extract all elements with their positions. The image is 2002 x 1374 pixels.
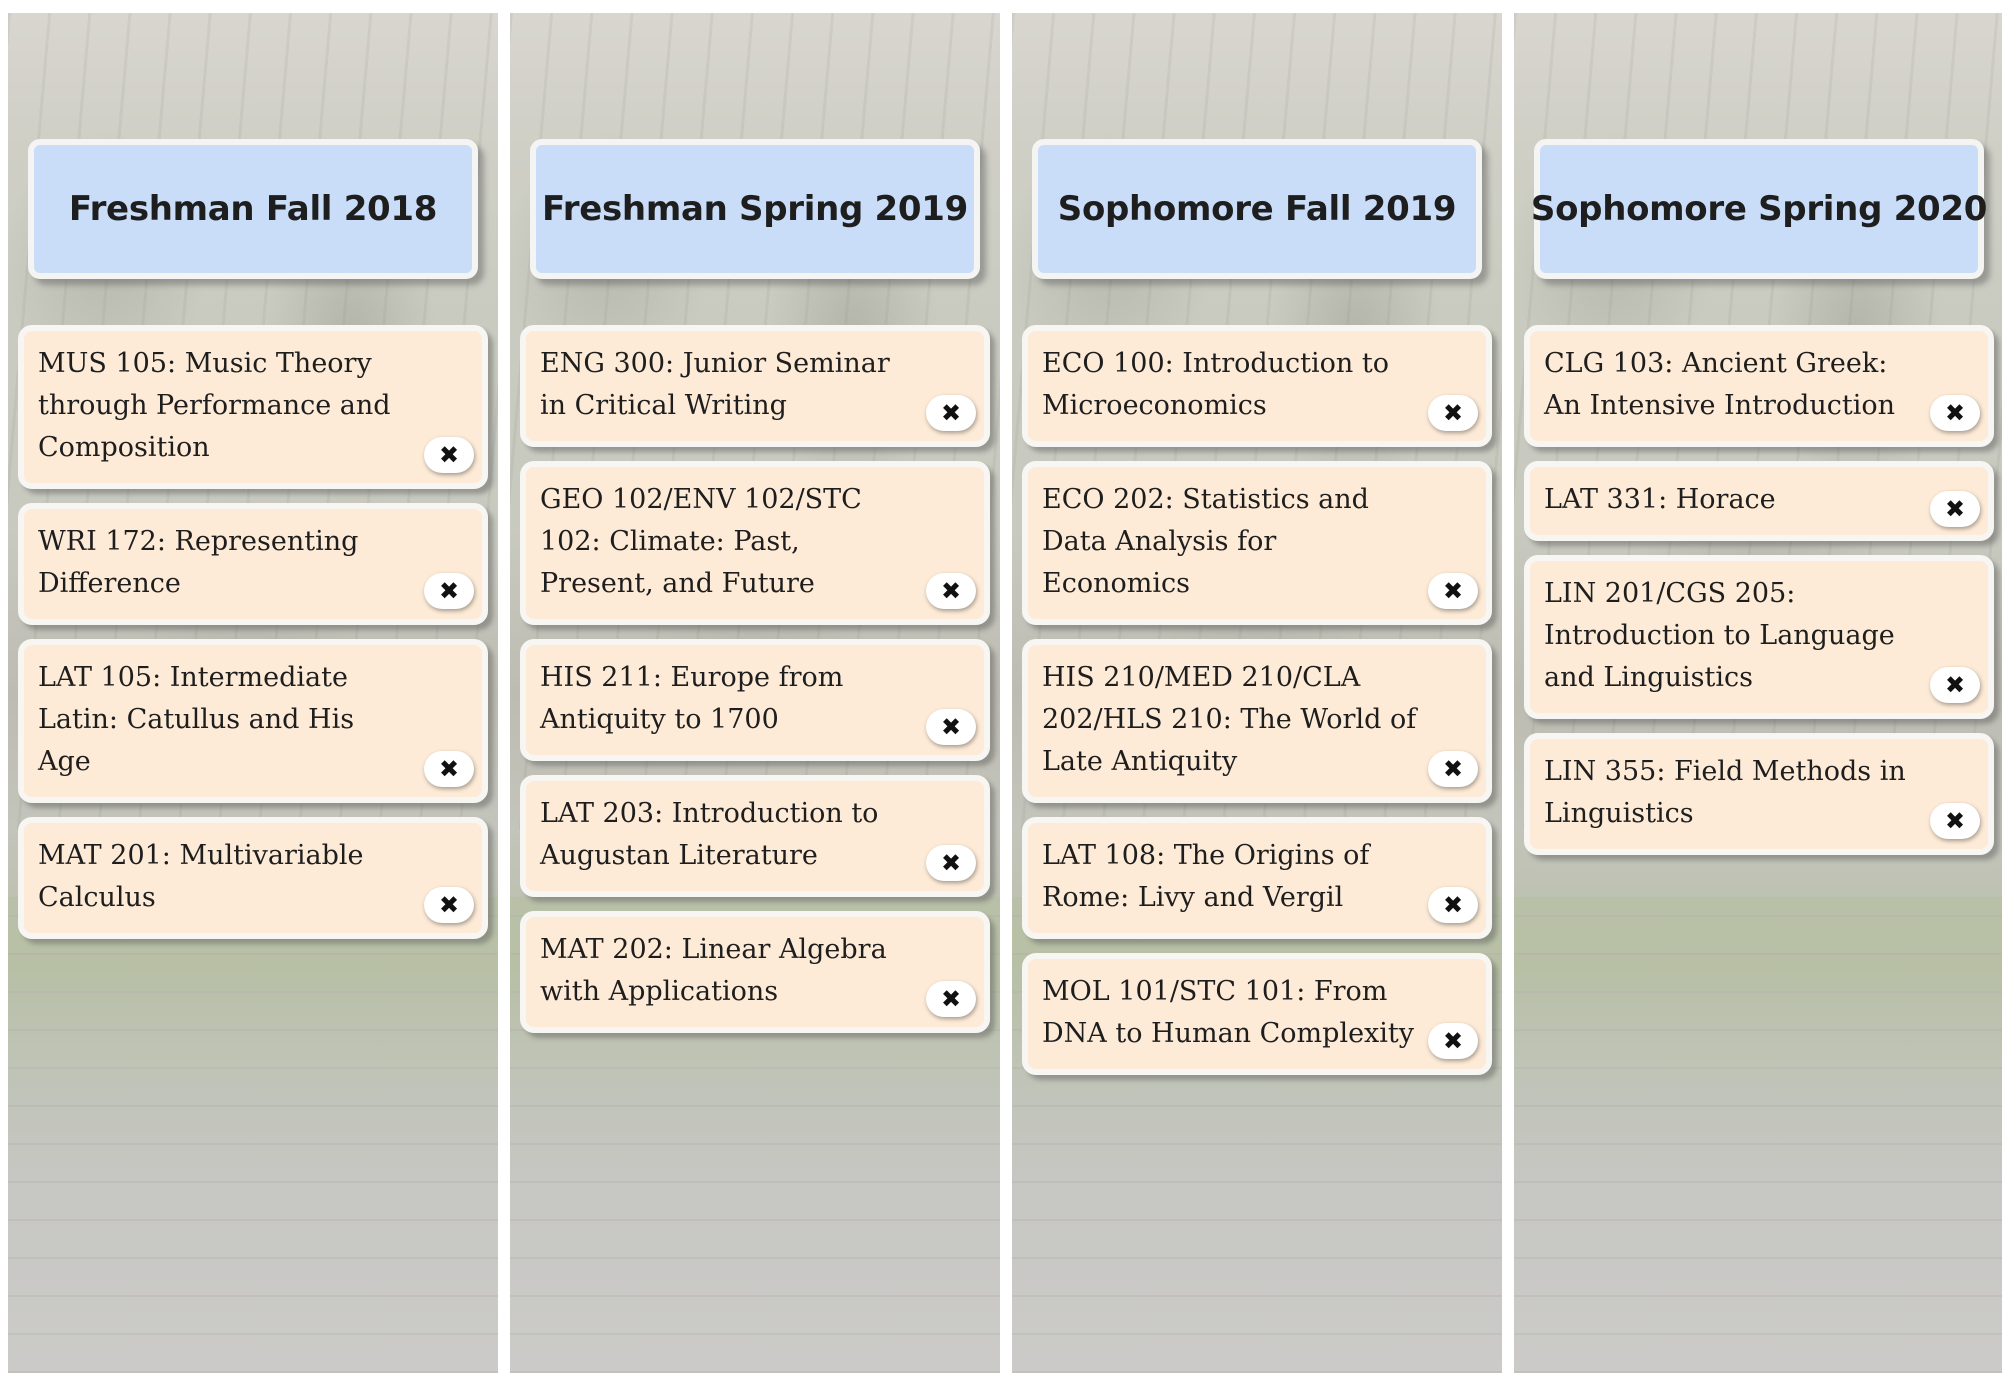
remove-course-button[interactable]: ✖ (1930, 395, 1980, 431)
course-card[interactable]: MUS 105: Music Theory through Performanc… (18, 325, 488, 489)
remove-course-button[interactable]: ✖ (1428, 751, 1478, 787)
course-card[interactable]: CLG 103: Ancient Greek: An Intensive Int… (1524, 325, 1994, 447)
close-icon: ✖ (1442, 577, 1464, 605)
close-icon: ✖ (1442, 399, 1464, 427)
course-card[interactable]: LIN 355: Field Methods in Linguistics ✖ (1524, 733, 1994, 855)
course-card[interactable]: MOL 101/STC 101: From DNA to Human Compl… (1022, 953, 1492, 1075)
course-title: MUS 105: Music Theory through Performanc… (38, 348, 391, 463)
remove-course-button[interactable]: ✖ (424, 751, 474, 787)
close-icon: ✖ (438, 755, 460, 783)
remove-course-button[interactable]: ✖ (1428, 395, 1478, 431)
semester-header: Sophomore Fall 2019 (1032, 139, 1482, 279)
course-title: LAT 203: Introduction to Augustan Litera… (540, 798, 879, 871)
remove-course-button[interactable]: ✖ (424, 573, 474, 609)
close-icon: ✖ (438, 577, 460, 605)
course-list: ECO 100: Introduction to Microeconomics … (1022, 325, 1492, 1089)
close-icon: ✖ (1442, 1027, 1464, 1055)
close-icon: ✖ (1944, 399, 1966, 427)
close-icon: ✖ (1944, 807, 1966, 835)
course-title: LAT 108: The Origins of Rome: Livy and V… (1042, 840, 1370, 913)
remove-course-button[interactable]: ✖ (1428, 1023, 1478, 1059)
close-icon: ✖ (940, 985, 962, 1013)
semester-title: Sophomore Spring 2020 (1530, 189, 1988, 229)
close-icon: ✖ (438, 891, 460, 919)
course-title: CLG 103: Ancient Greek: An Intensive Int… (1544, 348, 1896, 421)
course-title: ECO 202: Statistics and Data Analysis fo… (1042, 484, 1369, 599)
course-title: WRI 172: Representing Difference (38, 526, 359, 599)
course-title: LIN 201/CGS 205: Introduction to Languag… (1544, 578, 1895, 693)
course-card[interactable]: WRI 172: Representing Difference ✖ (18, 503, 488, 625)
course-card[interactable]: ENG 300: Junior Seminar in Critical Writ… (520, 325, 990, 447)
close-icon: ✖ (940, 577, 962, 605)
course-title: LIN 355: Field Methods in Linguistics (1544, 756, 1906, 829)
remove-course-button[interactable]: ✖ (926, 709, 976, 745)
course-card[interactable]: GEO 102/ENV 102/STC 102: Climate: Past, … (520, 461, 990, 625)
course-title: LAT 331: Horace (1544, 484, 1776, 515)
remove-course-button[interactable]: ✖ (926, 845, 976, 881)
course-card[interactable]: MAT 202: Linear Algebra with Application… (520, 911, 990, 1033)
course-title: MAT 201: Multivariable Calculus (38, 840, 364, 913)
course-title: HIS 211: Europe from Antiquity to 1700 (540, 662, 844, 735)
remove-course-button[interactable]: ✖ (424, 887, 474, 923)
close-icon: ✖ (438, 441, 460, 469)
course-title: MAT 202: Linear Algebra with Application… (540, 934, 887, 1007)
course-title: ENG 300: Junior Seminar in Critical Writ… (540, 348, 890, 421)
course-card[interactable]: ECO 202: Statistics and Data Analysis fo… (1022, 461, 1492, 625)
remove-course-button[interactable]: ✖ (1930, 803, 1980, 839)
semester-column-sophomore-spring-2020: Sophomore Spring 2020 CLG 103: Ancient G… (1514, 13, 2002, 1373)
course-card[interactable]: LAT 105: Intermediate Latin: Catullus an… (18, 639, 488, 803)
semester-header: Freshman Fall 2018 (28, 139, 478, 279)
course-card[interactable]: LIN 201/CGS 205: Introduction to Languag… (1524, 555, 1994, 719)
course-list: ENG 300: Junior Seminar in Critical Writ… (520, 325, 990, 1047)
course-list: CLG 103: Ancient Greek: An Intensive Int… (1524, 325, 1994, 869)
semester-planner: Freshman Fall 2018 MUS 105: Music Theory… (0, 0, 2002, 1374)
remove-course-button[interactable]: ✖ (1930, 491, 1980, 527)
course-card[interactable]: ECO 100: Introduction to Microeconomics … (1022, 325, 1492, 447)
course-card[interactable]: LAT 108: The Origins of Rome: Livy and V… (1022, 817, 1492, 939)
semester-title: Freshman Spring 2019 (542, 189, 968, 229)
remove-course-button[interactable]: ✖ (926, 573, 976, 609)
close-icon: ✖ (1442, 755, 1464, 783)
remove-course-button[interactable]: ✖ (1428, 887, 1478, 923)
semester-header: Freshman Spring 2019 (530, 139, 980, 279)
course-card[interactable]: MAT 201: Multivariable Calculus ✖ (18, 817, 488, 939)
remove-course-button[interactable]: ✖ (424, 437, 474, 473)
course-card[interactable]: LAT 203: Introduction to Augustan Litera… (520, 775, 990, 897)
course-title: GEO 102/ENV 102/STC 102: Climate: Past, … (540, 484, 862, 599)
semester-title: Sophomore Fall 2019 (1057, 189, 1457, 229)
semester-column-freshman-spring-2019: Freshman Spring 2019 ENG 300: Junior Sem… (510, 13, 1000, 1373)
close-icon: ✖ (940, 399, 962, 427)
remove-course-button[interactable]: ✖ (926, 395, 976, 431)
remove-course-button[interactable]: ✖ (926, 981, 976, 1017)
semester-header: Sophomore Spring 2020 (1530, 139, 1988, 279)
close-icon: ✖ (1944, 495, 1966, 523)
course-card[interactable]: HIS 210/MED 210/CLA 202/HLS 210: The Wor… (1022, 639, 1492, 803)
semester-column-sophomore-fall-2019: Sophomore Fall 2019 ECO 100: Introductio… (1012, 13, 1502, 1373)
remove-course-button[interactable]: ✖ (1930, 667, 1980, 703)
semester-title: Freshman Fall 2018 (68, 189, 438, 229)
semester-column-freshman-fall-2018: Freshman Fall 2018 MUS 105: Music Theory… (8, 13, 498, 1373)
course-title: LAT 105: Intermediate Latin: Catullus an… (38, 662, 355, 777)
course-card[interactable]: LAT 331: Horace ✖ (1524, 461, 1994, 541)
course-list: MUS 105: Music Theory through Performanc… (18, 325, 488, 953)
course-card[interactable]: HIS 211: Europe from Antiquity to 1700 ✖ (520, 639, 990, 761)
remove-course-button[interactable]: ✖ (1428, 573, 1478, 609)
course-title: HIS 210/MED 210/CLA 202/HLS 210: The Wor… (1042, 662, 1417, 777)
course-title: MOL 101/STC 101: From DNA to Human Compl… (1042, 976, 1415, 1049)
close-icon: ✖ (940, 713, 962, 741)
close-icon: ✖ (1944, 671, 1966, 699)
close-icon: ✖ (1442, 891, 1464, 919)
course-title: ECO 100: Introduction to Microeconomics (1042, 348, 1389, 421)
close-icon: ✖ (940, 849, 962, 877)
